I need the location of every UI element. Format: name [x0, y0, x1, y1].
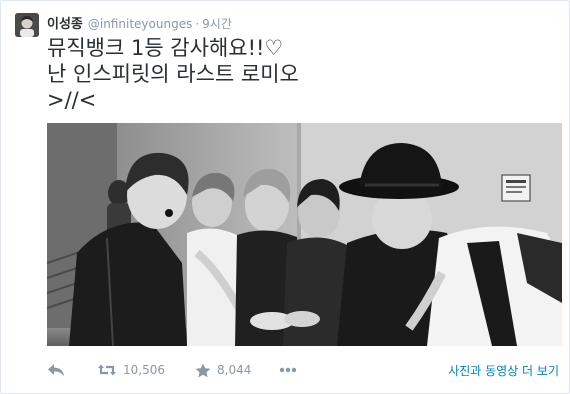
more-button[interactable]: [279, 367, 319, 373]
photo-image: [47, 123, 562, 346]
reply-icon: [48, 364, 64, 376]
tweet-photo[interactable]: [47, 123, 562, 346]
favorite-count: 8,044: [217, 363, 252, 377]
tweet-text-line-1: 뮤직뱅크 1등 감사해요!!♡: [47, 36, 284, 60]
tweet-card: 이성종 @infiniteyounges · 9시간 뮤직뱅크 1등 감사해요!…: [0, 0, 570, 394]
reply-button[interactable]: [47, 363, 97, 377]
tweet-actions: 10,506 8,044 사진과 동영상 더 보기: [47, 358, 559, 382]
favorite-button[interactable]: 8,044: [195, 363, 279, 378]
avatar-image: [15, 13, 39, 37]
tweet-text-line-3: >//<: [47, 88, 97, 112]
retweet-icon: [98, 364, 116, 376]
star-icon: [195, 363, 211, 377]
retweet-count: 10,506: [123, 363, 165, 377]
display-name[interactable]: 이성종: [47, 13, 83, 32]
username[interactable]: @infiniteyounges: [88, 17, 192, 31]
avatar[interactable]: [15, 13, 39, 37]
separator-dot: ·: [195, 17, 200, 31]
retweet-button[interactable]: 10,506: [97, 363, 195, 377]
tweet-text-line-2: 난 인스피릿의 라스트 로미오: [47, 62, 299, 86]
view-media-link[interactable]: 사진과 동영상 더 보기: [448, 362, 559, 379]
timestamp[interactable]: 9시간: [202, 15, 232, 32]
tweet-header: 이성종 @infiniteyounges · 9시간: [47, 13, 232, 32]
ellipsis-icon: [279, 367, 297, 373]
tweet-text: 뮤직뱅크 1등 감사해요!!♡ 난 인스피릿의 라스트 로미오 >//<: [47, 35, 547, 113]
